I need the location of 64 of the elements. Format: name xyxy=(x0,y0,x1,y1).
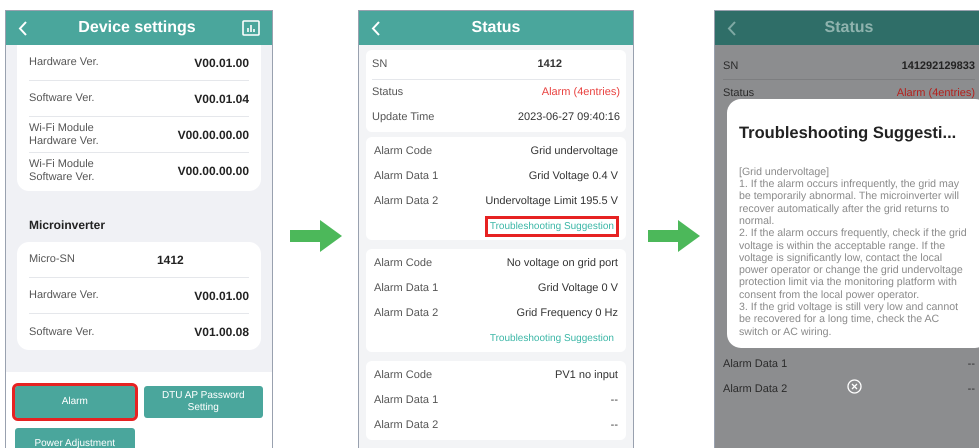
row-label: Alarm Data 1 xyxy=(374,393,438,408)
row-value: V01.00.08 xyxy=(194,324,249,341)
row-label: Alarm Data 2 xyxy=(374,306,438,322)
row-label: Alarm Data 1 xyxy=(374,281,438,296)
row-value: Grid Voltage 0.4 V xyxy=(528,169,618,184)
button[interactable]: Alarm xyxy=(15,386,134,418)
dialog-title: Troubleshooting Suggesti... xyxy=(739,123,958,144)
screen-title: Status xyxy=(470,18,522,38)
row-label: Alarm Data 2 xyxy=(723,382,788,398)
dialog-paragraph: 3. If the grid voltage is still very low and cannot be recovered for a long time, check the AC switch or AC wiring. xyxy=(739,301,960,338)
row-value: 141292129833 xyxy=(902,58,975,74)
row-value: -- xyxy=(968,382,975,398)
row-value: -- xyxy=(610,393,618,408)
row-label: Wi-Fi Module Software Ver. xyxy=(29,158,96,184)
row-label: SN xyxy=(372,57,388,72)
screen-title: Device settings xyxy=(77,18,197,38)
row-value: V00.01.04 xyxy=(194,90,249,108)
button[interactable]: Power Adjustment xyxy=(15,428,134,448)
dialog-paragraph: 1. If the alarm occurs infrequently, the grid may be temporarily abnormal. The microinverter will recover automatically after the grid returns to normal. xyxy=(739,178,960,228)
row-label: Hardware Ver. xyxy=(29,56,100,69)
row-value: PV1 no input xyxy=(555,368,618,384)
row-label: Wi-Fi Module Hardware Ver. xyxy=(29,122,100,148)
row-label: Update Time xyxy=(372,110,436,126)
row-label: Alarm Data 2 xyxy=(374,194,438,210)
row-label: Status xyxy=(723,86,754,102)
button[interactable]: DTU AP Password Setting xyxy=(144,386,263,418)
row-label: Micro-SN xyxy=(29,252,76,268)
row-value: Grid undervoltage xyxy=(530,144,618,160)
arrow-icon xyxy=(648,220,700,252)
screen-title: Status xyxy=(824,18,874,38)
row-value: Grid Frequency 0 Hz xyxy=(516,306,618,322)
row-value: V00.00.00.00 xyxy=(178,163,249,180)
row-value: 1412 xyxy=(157,252,184,268)
row-value: No voltage on grid port xyxy=(506,256,618,272)
row-label: Alarm Code xyxy=(374,368,432,384)
troubleshooting-link[interactable]: Troubleshooting Suggestion xyxy=(488,218,616,234)
arrow-icon xyxy=(290,220,342,252)
row-label: Software Ver. xyxy=(29,92,96,105)
dialog-paragraph: 2. If the alarm occurs frequently, check if the grid voltage is within the acceptable range. If the voltage is significantly low, contact the local power operator or change the grid undervoltage protection limit via the monitoring platform with consent from the local power operator. xyxy=(739,227,968,302)
troubleshooting-link[interactable]: Troubleshooting Suggestion xyxy=(488,330,616,346)
row-value: Undervoltage Limit 195.5 V xyxy=(485,194,618,210)
row-value: Alarm (4entries) xyxy=(896,86,975,102)
row-value: Alarm (4entries) xyxy=(542,85,620,100)
chart-icon[interactable] xyxy=(242,20,260,36)
section-heading: Microinverter xyxy=(28,217,106,234)
row-label: Alarm Code xyxy=(374,144,432,160)
row-value: 2023-06-27 09:40:16 xyxy=(518,110,620,126)
dialog-paragraph: [Grid undervoltage] xyxy=(739,166,830,178)
row-label: SN xyxy=(723,58,738,74)
row-label: Alarm Data 2 xyxy=(374,418,438,434)
row-value: -- xyxy=(968,357,975,372)
row-label: Alarm Code xyxy=(374,256,432,272)
row-value: V00.00.00.00 xyxy=(178,126,249,144)
row-label: Hardware Ver. xyxy=(29,288,100,304)
row-value: V00.01.00 xyxy=(194,54,249,72)
row-value: Grid Voltage 0 V xyxy=(538,281,618,296)
close-button[interactable] xyxy=(847,378,862,394)
row-label: Status xyxy=(372,85,404,100)
row-value: -- xyxy=(610,418,618,434)
row-label: Alarm Data 1 xyxy=(374,169,438,184)
row-value: V00.01.00 xyxy=(194,288,249,304)
row-label: Software Ver. xyxy=(29,324,96,340)
row-label: Alarm Data 1 xyxy=(723,357,788,372)
row-value: 1412 xyxy=(538,57,562,72)
